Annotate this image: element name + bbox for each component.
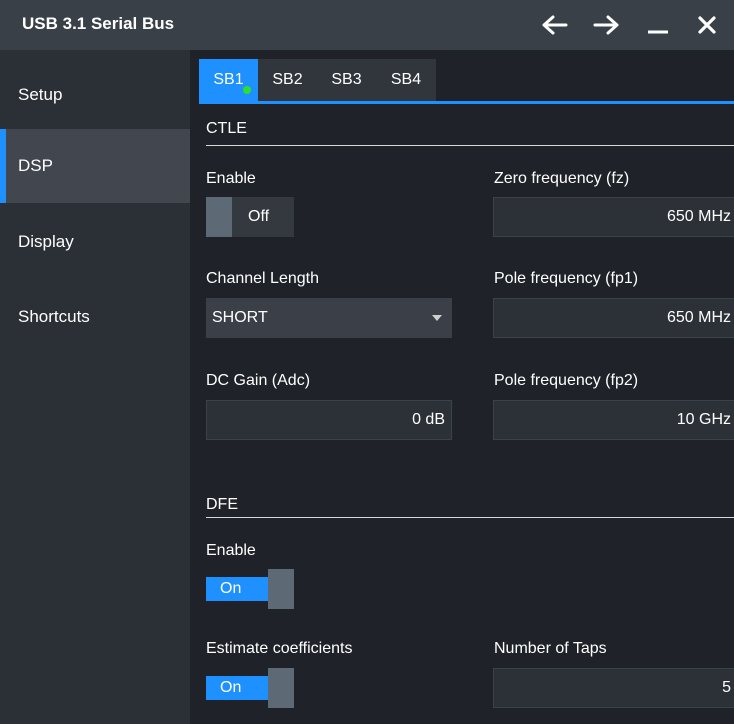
tab-sb3[interactable]: SB3 xyxy=(317,59,376,101)
sidebar-item-shortcuts[interactable]: Shortcuts xyxy=(0,280,190,354)
tab-label: SB2 xyxy=(272,71,303,88)
section-title-dfe: DFE xyxy=(206,496,238,513)
dc-gain-field[interactable]: 0 dB xyxy=(206,400,452,440)
sidebar-item-dsp[interactable]: DSP xyxy=(0,129,190,203)
toggle-state: On xyxy=(206,577,268,601)
number-of-taps-field[interactable]: 5 xyxy=(493,668,734,708)
pole-frequency-1-label: Pole frequency (fp1) xyxy=(494,270,639,287)
sidebar: Setup DSP Display Shortcuts xyxy=(0,50,190,724)
channel-length-label: Channel Length xyxy=(206,270,319,287)
section-divider xyxy=(206,145,734,146)
zero-frequency-label: Zero frequency (fz) xyxy=(494,170,630,187)
pole-frequency-1-field[interactable]: 650 MHz xyxy=(493,298,734,338)
tab-sb1[interactable]: SB1 xyxy=(199,59,258,101)
channel-length-value: SHORT xyxy=(212,309,268,326)
section-title-ctle: CTLE xyxy=(206,120,247,137)
pole-frequency-2-field[interactable]: 10 GHz xyxy=(493,400,734,440)
ctle-enable-toggle[interactable]: Off xyxy=(206,197,294,237)
status-dot-icon xyxy=(243,86,251,94)
toggle-knob xyxy=(268,569,294,609)
channel-length-select[interactable]: SHORT xyxy=(206,298,452,338)
toggle-state: Off xyxy=(248,208,270,225)
chevron-down-icon xyxy=(432,315,442,321)
tab-sb2[interactable]: SB2 xyxy=(258,59,317,101)
tab-underline xyxy=(199,101,734,104)
toggle-state: On xyxy=(206,676,268,700)
close-icon[interactable] xyxy=(689,8,725,42)
tab-bar: SB1 SB2 SB3 SB4 xyxy=(199,59,734,101)
ctle-enable-label: Enable xyxy=(206,170,256,187)
title-bar: USB 3.1 Serial Bus xyxy=(0,0,734,50)
minimize-icon[interactable] xyxy=(640,8,676,42)
arrow-right-icon[interactable] xyxy=(588,8,624,42)
estimate-coefficients-label: Estimate coefficients xyxy=(206,640,353,657)
dfe-enable-toggle[interactable]: On xyxy=(206,569,294,609)
sidebar-item-label: DSP xyxy=(18,156,53,175)
dfe-enable-label: Enable xyxy=(206,542,256,559)
window-title: USB 3.1 Serial Bus xyxy=(22,14,175,33)
sidebar-item-label: Setup xyxy=(18,85,63,104)
estimate-coefficients-toggle[interactable]: On xyxy=(206,668,294,708)
sidebar-item-setup[interactable]: Setup xyxy=(0,58,190,132)
tab-label: SB3 xyxy=(331,71,362,88)
tab-label: SB4 xyxy=(390,71,422,88)
number-of-taps-label: Number of Taps xyxy=(494,640,607,657)
sidebar-item-label: Display xyxy=(18,232,74,251)
tab-sb4[interactable]: SB4 xyxy=(376,59,436,101)
section-divider xyxy=(206,517,734,518)
toggle-knob xyxy=(206,197,232,237)
sidebar-item-label: Shortcuts xyxy=(18,307,90,326)
arrow-left-icon[interactable] xyxy=(537,8,573,42)
dc-gain-label: DC Gain (Adc) xyxy=(206,372,311,389)
zero-frequency-field[interactable]: 650 MHz xyxy=(493,197,734,237)
toggle-knob xyxy=(268,668,294,708)
pole-frequency-2-label: Pole frequency (fp2) xyxy=(494,372,639,389)
sidebar-item-display[interactable]: Display xyxy=(0,205,190,279)
tab-label: SB1 xyxy=(213,71,244,88)
